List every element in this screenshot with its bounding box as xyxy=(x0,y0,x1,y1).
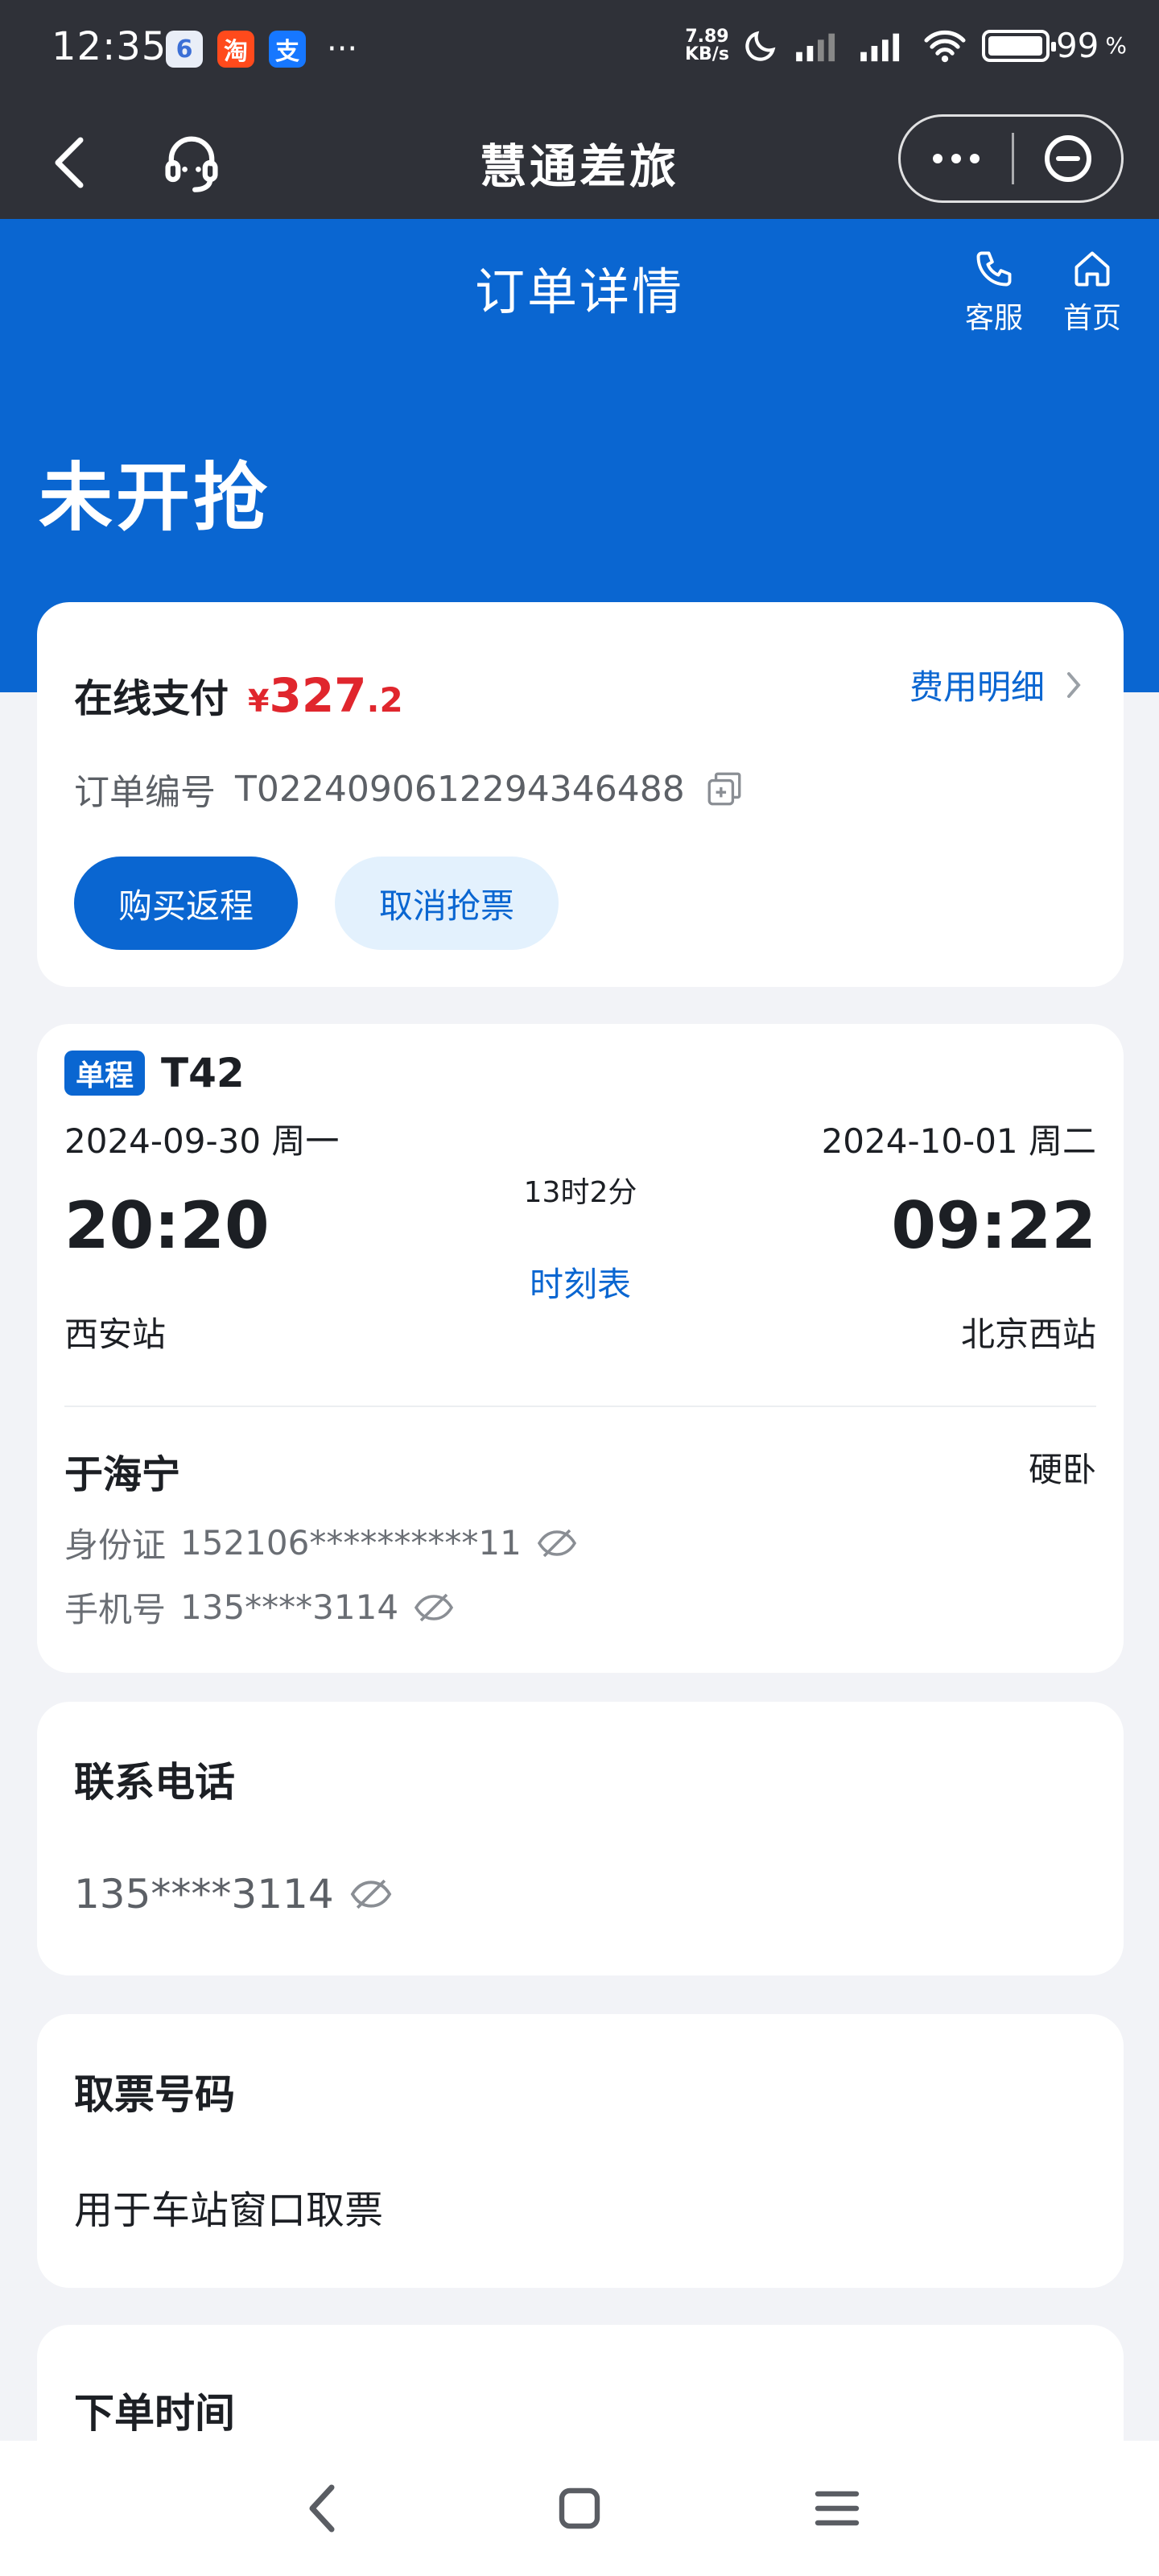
system-nav-bar xyxy=(0,2441,1159,2576)
nav-bar: 慧通差旅 xyxy=(0,105,1159,219)
eye-off-icon[interactable] xyxy=(536,1527,578,1559)
ticket-number-title: 取票号码 xyxy=(74,2071,235,2118)
app-icon-6: 6 xyxy=(166,31,203,68)
train-number: T42 xyxy=(161,1050,245,1096)
order-status: 未开抢 xyxy=(39,455,271,541)
ticket-number-card: 取票号码 用于车站窗口取票 xyxy=(37,2014,1124,2288)
payment-card: 在线支付 ¥ 327 .2 费用明细 订单编号 T022409061229434… xyxy=(37,602,1124,987)
copy-icon[interactable] xyxy=(704,769,744,809)
service-label: 客服 xyxy=(964,302,1023,335)
status-bar: 12:35 6 淘 支 ··· 7.89 KB/s 99% xyxy=(0,0,1159,105)
more-notifications-icon: ··· xyxy=(327,31,358,68)
menu-icon xyxy=(815,2491,860,2526)
signal-2-icon xyxy=(860,33,900,61)
divider xyxy=(64,1406,1096,1407)
miniprogram-capsule xyxy=(898,114,1124,203)
ticket-number-desc: 用于车站窗口取票 xyxy=(74,2188,384,2233)
signal-1-icon xyxy=(796,33,835,61)
contact-title: 联系电话 xyxy=(74,1759,235,1806)
system-back-button[interactable] xyxy=(286,2472,358,2545)
passenger-name: 于海宁 xyxy=(64,1452,181,1497)
battery: 99% xyxy=(981,26,1127,65)
order-time-title: 下单时间 xyxy=(74,2390,235,2437)
more-dots-icon xyxy=(933,154,980,163)
order-number-label: 订单编号 xyxy=(74,772,216,813)
eye-off-icon[interactable] xyxy=(413,1591,455,1624)
phone-value: 135****3114 xyxy=(180,1587,399,1627)
battery-level xyxy=(988,35,1043,56)
contact-phone: 135****3114 xyxy=(74,1871,334,1918)
id-card-label: 身份证 xyxy=(64,1525,167,1565)
moon-icon xyxy=(745,31,776,61)
depart-station: 西安站 xyxy=(64,1315,167,1354)
buy-return-button[interactable]: 购买返程 xyxy=(74,857,298,950)
fee-detail-label: 费用明细 xyxy=(909,667,1045,707)
home-label: 首页 xyxy=(1062,302,1121,335)
payment-label: 在线支付 xyxy=(74,676,229,721)
battery-icon xyxy=(981,29,1056,62)
net-speed-value: 7.89 xyxy=(685,26,729,47)
timetable-label: 时刻表 xyxy=(529,1265,631,1304)
home-button[interactable]: 首页 xyxy=(1048,248,1136,336)
chevron-right-icon xyxy=(1067,671,1081,698)
id-card-row: 身份证 152106**********11 xyxy=(64,1518,578,1567)
action-buttons: 购买返程 取消抢票 xyxy=(74,857,559,950)
system-home-button[interactable] xyxy=(543,2472,616,2545)
home-icon xyxy=(1074,251,1110,287)
arrive-time: 09:22 xyxy=(891,1188,1096,1263)
eye-off-icon[interactable] xyxy=(349,1877,394,1911)
contact-phone-row: 135****3114 xyxy=(74,1871,394,1918)
price-integer: 327 xyxy=(269,668,367,723)
phone-row: 手机号 135****3114 xyxy=(64,1583,455,1632)
service-button[interactable]: 客服 xyxy=(950,248,1038,336)
order-number: T022409061229434648​8 xyxy=(235,768,685,810)
depart-time: 20:20 xyxy=(64,1188,270,1263)
seat-type: 硬卧 xyxy=(1028,1450,1096,1489)
id-card-value: 152106**********11 xyxy=(180,1523,522,1563)
trip-header: 单程 T42 xyxy=(64,1050,245,1096)
battery-unit: % xyxy=(1105,32,1127,59)
order-number-row: 订单编号 T022409061229434648​8 xyxy=(74,763,744,815)
phone-label: 手机号 xyxy=(64,1590,167,1629)
back-triangle-icon xyxy=(309,2484,335,2533)
net-speed: 7.89 KB/s xyxy=(684,26,729,64)
close-miniprogram-button[interactable] xyxy=(1014,117,1121,200)
net-speed-unit: KB/s xyxy=(684,43,729,64)
cancel-grab-button[interactable]: 取消抢票 xyxy=(335,857,559,950)
phone-icon xyxy=(976,251,1012,287)
arrive-station: 北京西站 xyxy=(960,1315,1096,1354)
trip-type-badge: 单程 xyxy=(64,1051,145,1096)
status-time: 12:35 xyxy=(52,24,167,69)
system-menu-button[interactable] xyxy=(801,2472,873,2545)
alipay-icon: 支 xyxy=(269,31,306,68)
price-decimal: .2 xyxy=(366,680,403,720)
taobao-icon: 淘 xyxy=(217,31,254,68)
more-button[interactable] xyxy=(901,117,1012,200)
trip-card: 单程 T42 2024-09-30 周一 2024-10-01 周二 13时2分… xyxy=(37,1024,1124,1673)
payment-line: 在线支付 ¥ 327 .2 xyxy=(74,667,403,723)
square-icon xyxy=(559,2487,600,2529)
contact-card: 联系电话 135****3114 xyxy=(37,1702,1124,1975)
notification-icons: 6 淘 支 ··· xyxy=(166,31,357,68)
page: 12:35 6 淘 支 ··· 7.89 KB/s 99% 慧通差旅 订单详情 … xyxy=(0,0,1159,2576)
arrive-date: 2024-10-01 周二 xyxy=(821,1121,1096,1161)
fee-detail-link[interactable]: 费用明细 xyxy=(909,660,1083,709)
price-currency: ¥ xyxy=(248,683,270,719)
battery-percent: 99 xyxy=(1055,26,1099,65)
timetable-link[interactable]: 时刻表 xyxy=(37,1257,1124,1307)
depart-date: 2024-09-30 周一 xyxy=(64,1121,340,1161)
status-right: 7.89 KB/s 99% xyxy=(685,26,1127,65)
close-circle-icon xyxy=(1044,135,1091,182)
wifi-icon xyxy=(924,30,966,62)
